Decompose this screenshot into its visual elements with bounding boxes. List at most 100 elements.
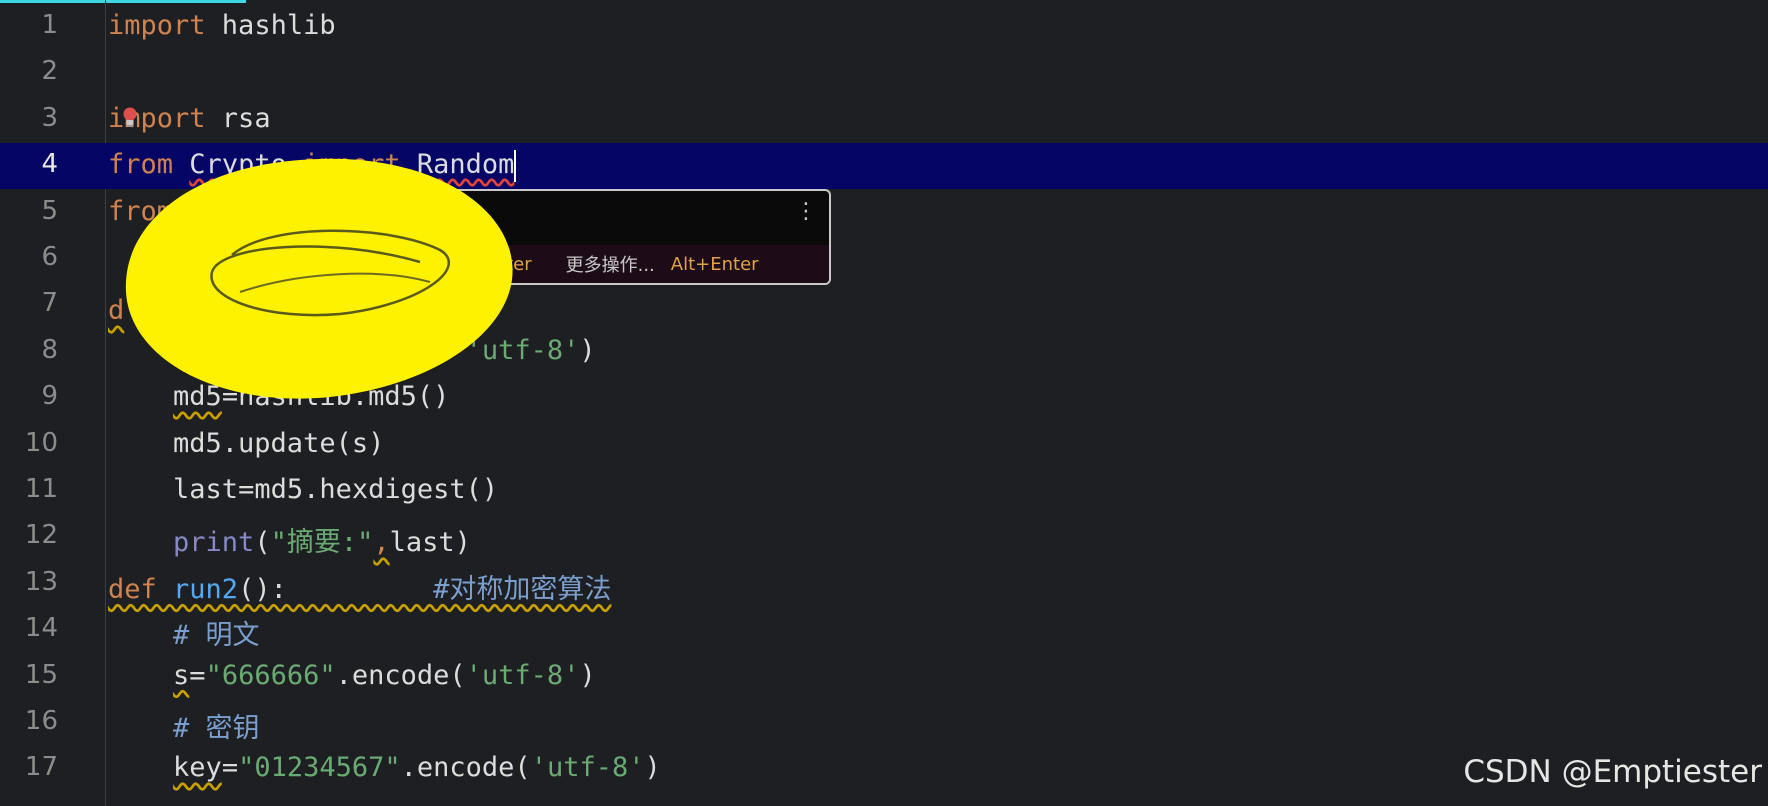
code-line[interactable]: 8 'utf-8') <box>0 329 1768 375</box>
code-text[interactable]: key="01234567".encode('utf-8') <box>108 752 661 783</box>
code-token: =md5.hexdigest() <box>238 474 499 505</box>
line-number: 7 <box>41 288 58 319</box>
code-token: #对称加密算法 <box>433 573 612 605</box>
code-token: 'utf-8' <box>465 659 580 691</box>
code-text[interactable]: import hashlib <box>108 10 336 41</box>
code-token: # 密钥 <box>173 713 260 744</box>
code-text[interactable]: def run2(): #对称加密算法 <box>108 567 611 606</box>
line-number: 1 <box>41 10 58 40</box>
code-token: 密 <box>384 295 412 327</box>
code-line[interactable]: 7 d (): 密 <box>0 282 1768 328</box>
code-token: d <box>108 295 125 327</box>
code-token: (): <box>238 295 287 327</box>
install-package-shortcut: Alt+Shift+Enter <box>387 253 532 275</box>
code-token: # 明文 <box>173 620 260 652</box>
code-line[interactable]: 15 s="666666".encode('utf-8') <box>0 654 1768 700</box>
code-token: def <box>108 573 174 605</box>
code-token: ) <box>579 334 596 366</box>
line-number: 9 <box>41 381 58 412</box>
code-text[interactable]: s="666666".encode('utf-8') <box>108 660 596 691</box>
code-line[interactable]: 10 md5.update(s) <box>0 422 1768 468</box>
line-number: 12 <box>24 520 58 551</box>
code-token: last <box>173 474 239 505</box>
code-token: 'utf-8' <box>530 752 645 784</box>
code-token: 'utf-8' <box>465 334 580 366</box>
quick-fix-popup: ⋮ 安装软件包 Crypto Alt+Shift+Enter 更多操作... A… <box>234 189 831 285</box>
code-token: hashlib <box>205 10 336 41</box>
code-token: ( <box>254 527 271 559</box>
install-package-action[interactable]: 安装软件包 Crypto Alt+Shift+Enter <box>234 251 532 277</box>
code-line[interactable]: 14 # 明文 <box>0 607 1768 653</box>
line-number: 14 <box>24 613 58 644</box>
code-text[interactable]: md5=hashlib.md5() <box>108 381 449 412</box>
code-text[interactable]: from Crypto import Random <box>108 149 517 182</box>
code-token: = <box>221 752 239 784</box>
code-line[interactable]: 11 last=md5.hexdigest() <box>0 468 1768 514</box>
code-line[interactable]: 9 md5=hashlib.md5() <box>0 375 1768 421</box>
code-text[interactable]: from <box>108 196 173 227</box>
text-cursor <box>514 149 517 182</box>
line-number: 8 <box>41 334 58 365</box>
more-actions-shortcut: Alt+Enter <box>670 253 759 275</box>
code-line[interactable]: 3 import rsa <box>0 97 1768 143</box>
line-number: 5 <box>41 195 58 226</box>
line-number: 15 <box>24 659 58 690</box>
code-text[interactable]: last=md5.hexdigest() <box>108 474 498 505</box>
line-number: 3 <box>41 102 58 133</box>
code-line[interactable]: 12 print("摘要:",last) <box>0 514 1768 560</box>
install-package-label: 安装软件包 Crypto <box>234 255 378 276</box>
quick-fix-actions: 安装软件包 Crypto Alt+Shift+Enter 更多操作... Alt… <box>236 245 829 283</box>
code-text[interactable]: d (): 密 <box>108 288 411 327</box>
line-number: 11 <box>24 474 58 504</box>
code-token: "666666" <box>205 659 336 691</box>
code-token: , <box>373 527 390 559</box>
code-token: "01234567" <box>238 752 401 784</box>
code-token: =hashlib.md5() <box>221 381 450 413</box>
line-number: 17 <box>24 752 58 783</box>
line-number: 13 <box>24 566 58 597</box>
code-token: from <box>108 195 174 227</box>
code-text[interactable]: # 密钥 <box>108 706 260 745</box>
code-text[interactable]: 'utf-8') <box>108 335 596 366</box>
code-line[interactable]: 2 <box>0 50 1768 96</box>
code-token: import <box>286 149 417 181</box>
code-token: .encode( <box>335 659 466 691</box>
line-number: 16 <box>24 706 58 736</box>
code-text[interactable]: # 明文 <box>108 613 260 652</box>
line-number: 4 <box>41 149 58 180</box>
more-actions-label: 更多操作... <box>565 255 655 276</box>
code-text[interactable]: print("摘要:",last) <box>108 520 471 559</box>
more-actions-action[interactable]: 更多操作... Alt+Enter <box>566 251 759 277</box>
code-token: Random <box>416 149 515 181</box>
code-token: "摘要:" <box>270 527 374 559</box>
code-token: last) <box>389 527 471 559</box>
line-number: 10 <box>24 427 58 458</box>
code-editor[interactable]: 1 import hashlib 2 3 import rsa 4 from Crypto … <box>0 0 1768 806</box>
line-number: 2 <box>41 56 58 87</box>
code-line[interactable]: 16 # 密钥 <box>0 700 1768 746</box>
code-token: key <box>173 752 222 784</box>
code-token: Crypto <box>189 149 287 181</box>
lightbulb-icon[interactable] <box>120 106 140 128</box>
code-token: s <box>173 659 190 691</box>
code-token: print <box>173 527 255 559</box>
code-text[interactable]: md5.update(s) <box>108 428 384 459</box>
code-token: rsa <box>205 102 271 134</box>
code-token: md5 <box>173 381 222 413</box>
code-token: run2 <box>173 573 239 605</box>
code-line[interactable]: 4 from Crypto import Random <box>0 143 1768 190</box>
code-line[interactable]: 13 def run2(): #对称加密算法 <box>0 561 1768 607</box>
code-line[interactable]: 1 import hashlib <box>0 4 1768 50</box>
code-token: from <box>108 149 174 181</box>
code-token: ) <box>644 752 661 784</box>
more-options-icon[interactable]: ⋮ <box>795 199 817 224</box>
